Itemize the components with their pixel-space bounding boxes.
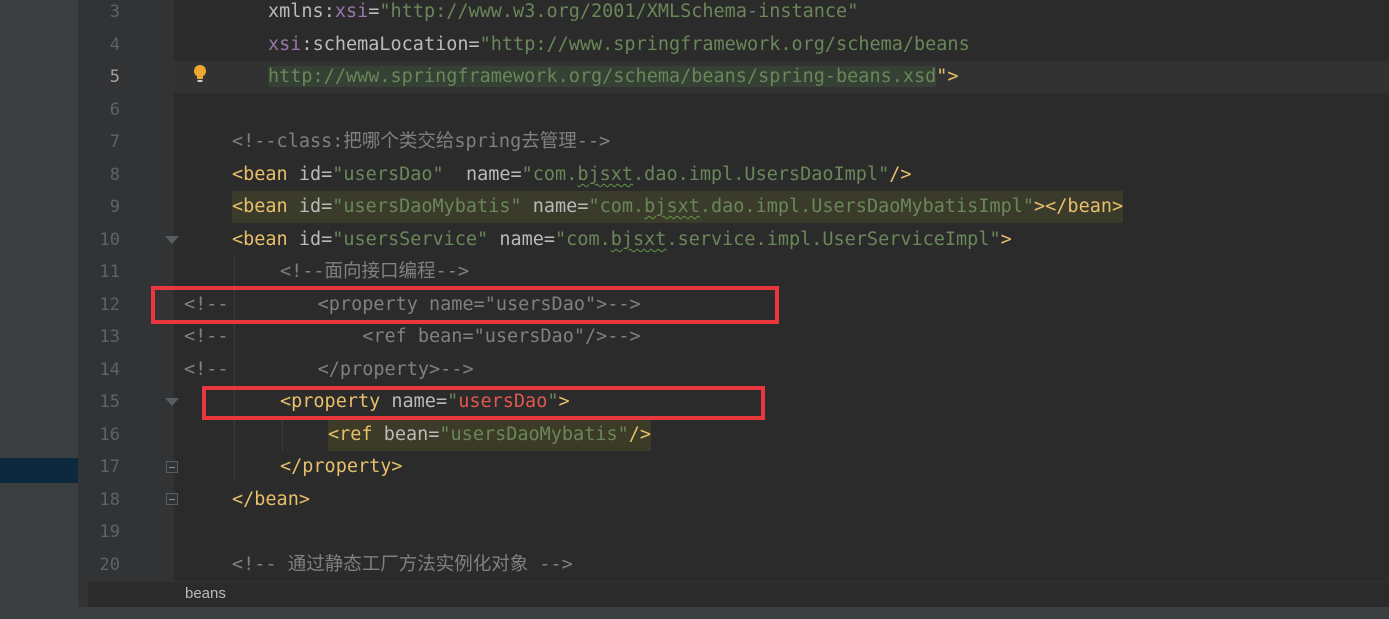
line-number: 19 [99, 522, 120, 542]
line-number: 10 [99, 230, 120, 250]
panel-divider[interactable] [78, 0, 88, 607]
line-number: 12 [99, 295, 120, 315]
code-line-14: <!-- </property>--> [184, 359, 474, 380]
indent-guide [282, 419, 283, 451]
line-number: 8 [109, 165, 120, 185]
line-number: 14 [99, 360, 120, 380]
project-panel-selected-row[interactable] [0, 458, 88, 483]
code-line-7: <!--class:把哪个类交给spring去管理--> [232, 131, 611, 152]
code-line-20: <!-- 通过静态工厂方法实例化对象 --> [232, 554, 573, 575]
code-line-9: <bean id="usersDaoMybatis" name="com.bjs… [232, 191, 1124, 223]
line-number: 9 [109, 197, 120, 217]
code-line-8: <bean id="usersDao" name="com.bjsxt.dao.… [232, 164, 912, 185]
line-number: 17 [99, 457, 120, 477]
line-number: 3 [109, 2, 120, 22]
code-line-5: http://www.springframework.org/schema/be… [268, 66, 959, 87]
code-line-17: </property> [280, 456, 403, 477]
bottom-toolbar [0, 607, 1389, 619]
code-line-4: xsi:schemaLocation="http://www.springfra… [268, 34, 970, 55]
line-number: 5 [109, 67, 120, 87]
fold-marker-icon[interactable] [165, 236, 179, 244]
line-number: 18 [99, 490, 120, 510]
fold-marker-icon[interactable] [166, 493, 178, 505]
fold-marker-icon[interactable] [165, 398, 179, 406]
code-line-16: <ref bean="usersDaoMybatis"/> [328, 419, 652, 451]
breadcrumb-item[interactable]: beans [185, 581, 226, 607]
breadcrumb-bar [88, 581, 1389, 608]
line-number: 20 [99, 555, 120, 575]
line-number: 11 [99, 262, 120, 282]
line-number: 15 [99, 392, 120, 412]
code-line-3: xmlns:xsi="http://www.w3.org/2001/XMLSch… [268, 1, 859, 22]
line-number: 16 [99, 425, 120, 445]
code-line-18: </bean> [232, 489, 310, 510]
code-line-11: <!--面向接口编程--> [280, 261, 469, 282]
line-number: 13 [99, 327, 120, 347]
annotation-box [202, 386, 765, 420]
fold-marker-icon[interactable] [166, 461, 178, 473]
project-panel [0, 0, 78, 607]
line-number: 4 [109, 35, 120, 55]
line-number: 7 [109, 132, 120, 152]
line-number: 6 [109, 100, 120, 120]
annotation-box [151, 286, 779, 324]
code-line-13: <!-- <ref bean="usersDao"/>--> [184, 326, 641, 347]
code-line-10: <bean id="usersService" name="com.bjsxt.… [232, 229, 1012, 250]
lightbulb-icon[interactable] [193, 64, 207, 84]
